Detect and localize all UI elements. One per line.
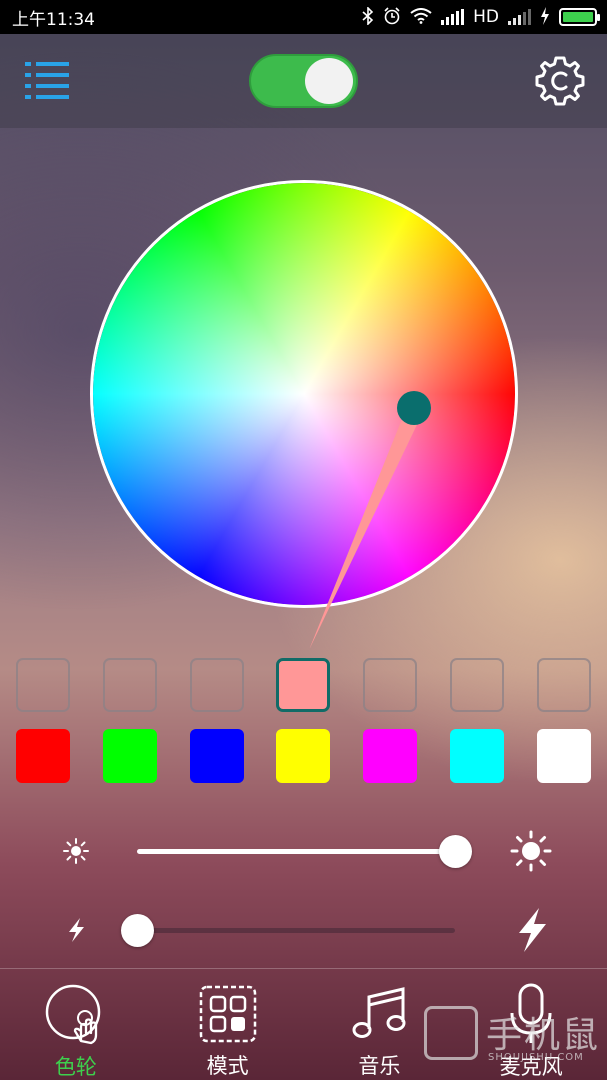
app-header [0, 34, 607, 128]
sun-small-icon [56, 831, 96, 871]
nav-color-wheel[interactable]: 色轮 [0, 969, 152, 1080]
custom-color-slot[interactable] [450, 658, 505, 712]
wifi-icon [410, 7, 432, 27]
preset-color-swatch[interactable] [276, 729, 331, 783]
pointer-tail [309, 410, 424, 648]
watermark-logo-icon [424, 1006, 478, 1060]
speed-track[interactable] [137, 928, 455, 933]
custom-color-slot[interactable] [102, 658, 157, 712]
signal-icon [441, 9, 465, 25]
nav-label: 色轮 [54, 1055, 97, 1079]
custom-color-slots [16, 658, 591, 712]
preset-color-swatch[interactable] [363, 729, 418, 783]
preset-color-swatch[interactable] [450, 729, 505, 783]
site-watermark: 手机鼠 SHOUJISHU.COM [424, 1002, 604, 1070]
custom-color-slot[interactable] [276, 658, 331, 712]
speed-thumb[interactable] [121, 914, 154, 947]
lightning-large-icon [510, 906, 554, 954]
custom-color-slot[interactable] [536, 658, 591, 712]
speed-slider-row [0, 905, 607, 955]
nav-mode[interactable]: 模式 [152, 969, 304, 1080]
preset-color-swatch[interactable] [16, 729, 70, 783]
preset-color-swatch[interactable] [102, 729, 157, 783]
pointer-handle[interactable] [397, 391, 431, 425]
custom-color-slot[interactable] [16, 658, 70, 712]
nav-label: 音乐 [358, 1054, 401, 1078]
preset-color-swatch[interactable] [189, 729, 244, 783]
brightness-thumb[interactable] [439, 835, 472, 868]
watermark-subtext: SHOUJISHU.COM [488, 1052, 584, 1063]
power-toggle[interactable] [249, 54, 358, 108]
mode-grid-icon [197, 983, 259, 1044]
gear-icon[interactable] [533, 54, 587, 108]
alarm-icon [383, 6, 401, 28]
bluetooth-icon [362, 5, 374, 28]
brightness-slider-row [0, 826, 607, 876]
status-icons: HD [362, 5, 600, 28]
list-menu-icon[interactable] [25, 60, 69, 100]
signal-icon [508, 9, 531, 25]
sun-large-icon [509, 829, 553, 873]
brightness-track[interactable] [137, 849, 455, 854]
charging-icon [540, 6, 550, 28]
nav-label: 模式 [206, 1054, 249, 1078]
lightning-small-icon [56, 910, 96, 950]
network-type-label: HD [473, 7, 499, 27]
custom-color-slot[interactable] [189, 658, 244, 712]
custom-color-slot[interactable] [363, 658, 418, 712]
status-bar: 上午11:34 HD [0, 0, 607, 34]
music-note-icon [348, 983, 410, 1044]
color-wheel-touch-icon [45, 983, 107, 1045]
status-time: 上午11:34 [12, 9, 95, 30]
toggle-knob [305, 58, 353, 104]
watermark-text: 手机鼠 [486, 1015, 601, 1056]
preset-colors [16, 729, 591, 783]
battery-icon [559, 8, 600, 26]
color-wheel-area [0, 128, 607, 648]
color-pointer[interactable] [0, 128, 607, 648]
preset-color-swatch[interactable] [536, 729, 591, 783]
